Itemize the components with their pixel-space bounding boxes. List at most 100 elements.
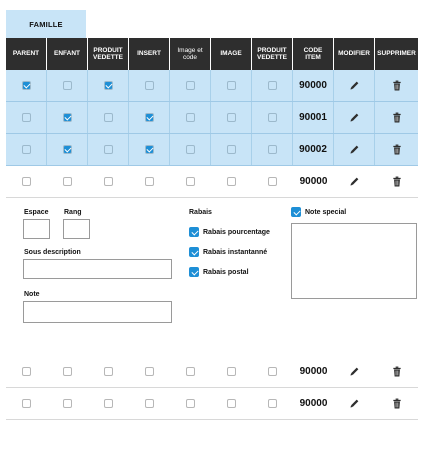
note-special-textarea[interactable] (291, 223, 417, 299)
row-checkbox[interactable] (186, 399, 195, 408)
trash-icon[interactable] (375, 356, 418, 387)
espace-input[interactable] (23, 219, 50, 239)
column-header-insert: INSERT (129, 38, 170, 70)
row-checkbox[interactable] (62, 113, 72, 122)
table-header: PARENT ENFANT PRODUIT VEDETTE INSERT Image e… (6, 38, 418, 70)
rabais-option-label: Rabais pourcentage (203, 228, 270, 236)
checkbox-cell (252, 356, 293, 387)
checkbox-cell (47, 356, 88, 387)
row-checkbox[interactable] (63, 177, 72, 186)
row-checkbox[interactable] (268, 367, 277, 376)
row-checkbox[interactable] (22, 399, 31, 408)
checkbox-cell (88, 166, 129, 197)
rang-input[interactable] (63, 219, 90, 239)
row-checkbox[interactable] (145, 177, 154, 186)
note-special-label: Note special (305, 208, 347, 216)
checkbox-cell (211, 102, 252, 133)
row-checkbox[interactable] (145, 367, 154, 376)
checkbox-cell (6, 134, 47, 165)
row-checkbox[interactable] (268, 177, 277, 186)
espace-label: Espace (24, 209, 49, 216)
famille-tab[interactable]: FAMILLE (6, 10, 86, 38)
row-checkbox[interactable] (21, 81, 31, 90)
checkbox-cell (211, 356, 252, 387)
row-checkbox[interactable] (63, 399, 72, 408)
checkbox-cell (211, 166, 252, 197)
checkbox-cell (88, 388, 129, 419)
row-checkbox[interactable] (268, 399, 277, 408)
checkbox-cell (47, 70, 88, 101)
note-special-checkbox[interactable] (291, 207, 301, 217)
row-checkbox[interactable] (104, 399, 113, 408)
row-checkbox[interactable] (62, 81, 72, 90)
checkbox-cell (252, 134, 293, 165)
row-checkbox[interactable] (21, 113, 31, 122)
row-checkbox[interactable] (267, 81, 277, 90)
sous-description-input[interactable] (23, 259, 172, 279)
row-checkbox[interactable] (226, 145, 236, 154)
rabais-option[interactable]: Rabais instantanné (189, 247, 267, 257)
row-checkbox[interactable] (186, 177, 195, 186)
table-row[interactable]: 90001 (6, 102, 418, 134)
rang-label: Rang (64, 209, 82, 216)
rabais-option[interactable]: Rabais pourcentage (189, 227, 270, 237)
table-row[interactable]: 90000 (6, 166, 418, 198)
row-checkbox[interactable] (145, 399, 154, 408)
pencil-icon[interactable] (334, 70, 375, 101)
table-row[interactable]: 90000 (6, 70, 418, 102)
row-checkbox[interactable] (62, 145, 72, 154)
row-checkbox[interactable] (103, 81, 113, 90)
checkbox-cell (47, 102, 88, 133)
column-header-enfant: ENFANT (47, 38, 88, 70)
table-row[interactable]: 90000 (6, 356, 418, 388)
rabais-checkbox[interactable] (189, 227, 199, 237)
rabais-option[interactable]: Rabais postal (189, 267, 249, 277)
row-checkbox[interactable] (227, 177, 236, 186)
pencil-icon[interactable] (334, 134, 375, 165)
row-checkbox[interactable] (227, 399, 236, 408)
row-checkbox[interactable] (22, 177, 31, 186)
row-checkbox[interactable] (104, 177, 113, 186)
row-checkbox[interactable] (103, 145, 113, 154)
row-checkbox[interactable] (267, 113, 277, 122)
trash-icon[interactable] (375, 166, 418, 197)
rabais-checkbox[interactable] (189, 247, 199, 257)
row-checkbox[interactable] (22, 367, 31, 376)
row-checkbox[interactable] (104, 367, 113, 376)
checkbox-cell (47, 134, 88, 165)
checkbox-cell (47, 166, 88, 197)
pencil-icon[interactable] (334, 388, 375, 419)
checkbox-cell (170, 166, 211, 197)
row-checkbox[interactable] (103, 113, 113, 122)
row-checkbox[interactable] (186, 367, 195, 376)
row-checkbox[interactable] (144, 81, 154, 90)
trash-icon[interactable] (375, 388, 418, 419)
pencil-icon[interactable] (334, 102, 375, 133)
row-checkbox[interactable] (144, 145, 154, 154)
trash-icon[interactable] (375, 70, 418, 101)
note-input[interactable] (23, 301, 172, 323)
checkbox-cell (88, 134, 129, 165)
row-checkbox[interactable] (185, 81, 195, 90)
checkbox-cell (252, 102, 293, 133)
row-checkbox[interactable] (21, 145, 31, 154)
row-checkbox[interactable] (185, 113, 195, 122)
pencil-icon[interactable] (334, 166, 375, 197)
row-checkbox[interactable] (227, 367, 236, 376)
trash-icon[interactable] (375, 102, 418, 133)
pencil-icon[interactable] (334, 356, 375, 387)
table-row[interactable]: 90000 (6, 388, 418, 420)
row-checkbox[interactable] (226, 81, 236, 90)
row-checkbox[interactable] (267, 145, 277, 154)
row-checkbox[interactable] (185, 145, 195, 154)
code-item-value: 90000 (299, 366, 328, 377)
note-special-option[interactable]: Note special (291, 207, 346, 217)
row-checkbox[interactable] (144, 113, 154, 122)
checkbox-cell (252, 166, 293, 197)
rabais-checkbox[interactable] (189, 267, 199, 277)
row-checkbox[interactable] (63, 367, 72, 376)
trash-icon[interactable] (375, 134, 418, 165)
code-item-value: 90001 (293, 102, 334, 133)
row-checkbox[interactable] (226, 113, 236, 122)
table-row[interactable]: 90002 (6, 134, 418, 166)
